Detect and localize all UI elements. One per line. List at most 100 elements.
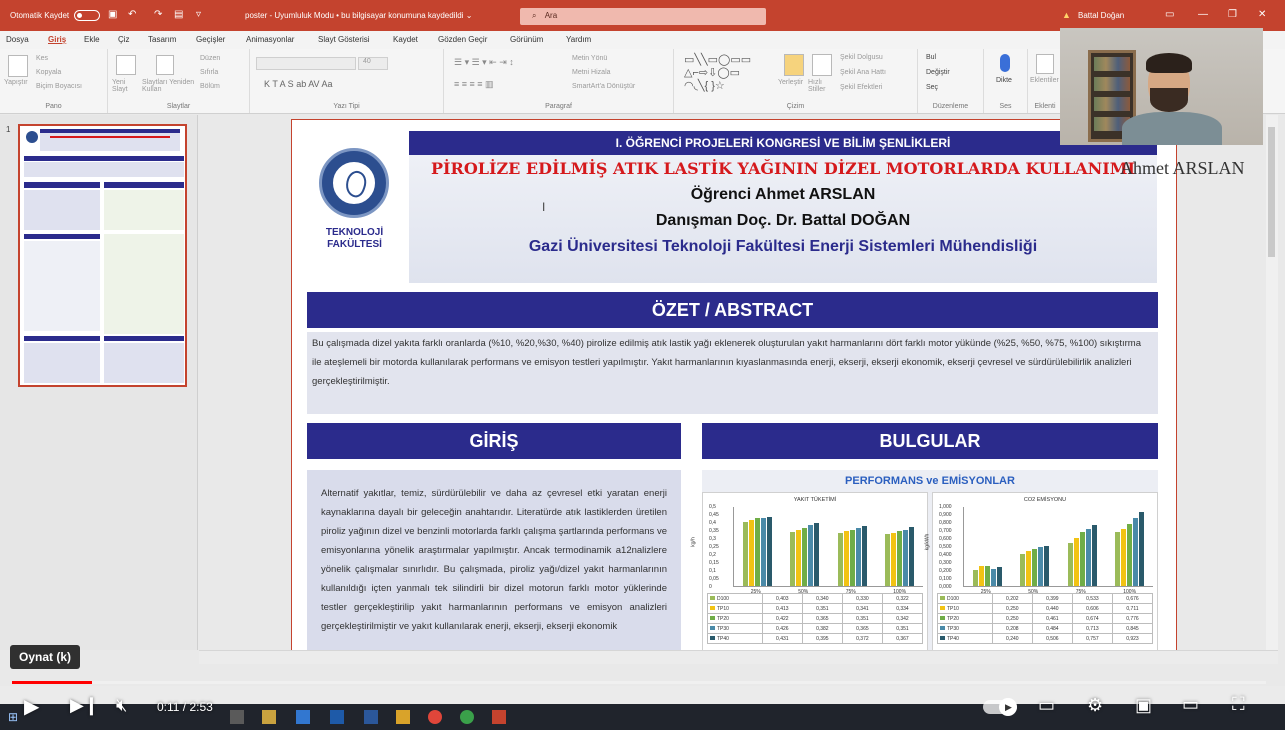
vertical-scrollbar[interactable] — [1266, 115, 1278, 650]
cut-label[interactable]: Kes — [36, 55, 48, 62]
notes-pane[interactable] — [199, 650, 1278, 664]
tab-gozden-gecir[interactable]: Gözden Geçir — [438, 35, 487, 44]
minimize-icon[interactable]: — — [1198, 9, 1208, 20]
edge-icon[interactable] — [296, 710, 310, 724]
addins-icon[interactable] — [1036, 54, 1054, 74]
find-label[interactable]: Bul — [926, 54, 936, 61]
group-duzenleme: Bul Değiştir Seç Düzenleme — [918, 49, 984, 113]
play-icon[interactable]: ▶ — [24, 694, 39, 719]
layout-label[interactable]: Düzen — [200, 55, 220, 62]
user-name[interactable]: Battal Doğan — [1078, 11, 1124, 20]
subtitles-icon[interactable]: ▭ — [1038, 695, 1055, 716]
align-text-label[interactable]: Metni Hizala — [572, 69, 611, 76]
tab-ekle[interactable]: Ekle — [84, 35, 100, 44]
arrange-label[interactable]: Yerleştir — [778, 79, 803, 86]
tab-kaydet[interactable]: Kaydet — [393, 35, 418, 44]
document-title[interactable]: poster - Uyumluluk Modu • bu bilgisayar … — [245, 11, 472, 20]
chrome-icon[interactable] — [428, 710, 442, 724]
group-label-ses: Ses — [999, 103, 1012, 110]
search-box[interactable]: ⌕ Ara — [520, 8, 766, 25]
microphone-icon[interactable] — [1000, 54, 1010, 72]
font-size-box[interactable]: 40 — [358, 57, 388, 70]
y-tick-label: 0,200 — [939, 568, 952, 574]
y-tick-label: 0,600 — [939, 536, 952, 542]
tab-gorunum[interactable]: Görünüm — [510, 35, 543, 44]
reset-label[interactable]: Sıfırla — [200, 69, 218, 76]
settings-gear-icon[interactable]: ⚙ — [1087, 695, 1103, 716]
restore-icon[interactable]: ❐ — [1228, 9, 1237, 20]
new-slide-label[interactable]: Yeni Slayt — [112, 79, 142, 93]
video-progress-bar[interactable] — [12, 681, 1266, 684]
tab-yardim[interactable]: Yardım — [566, 35, 591, 44]
shape-effects-label[interactable]: Şekil Efektleri — [840, 84, 882, 91]
series-name-cell: TP30 — [937, 623, 993, 634]
value-cell: 0,342 — [881, 613, 924, 624]
copy-label[interactable]: Kopyala — [36, 69, 61, 76]
customize-icon[interactable]: ▿ — [196, 9, 201, 20]
y-tick-label: 0,25 — [709, 544, 719, 550]
word-icon[interactable] — [364, 710, 378, 724]
video-frame[interactable]: Otomatik Kaydet ▣ ↶ ↷ ▤ ▿ poster - Uyuml… — [0, 0, 1285, 730]
slide-thumbnail[interactable] — [18, 124, 187, 387]
fullscreen-icon[interactable]: ⛶ — [1232, 694, 1245, 715]
quick-styles-icon[interactable] — [812, 54, 832, 76]
poster-slide[interactable]: I. ÖĞRENCİ PROJELERİ KONGRESİ VE BİLİM Ş… — [291, 119, 1177, 650]
save-icon[interactable]: ▣ — [108, 9, 117, 20]
format-painter-label[interactable]: Biçim Boyacısı — [36, 83, 82, 90]
dictate-label[interactable]: Dikte — [996, 77, 1012, 84]
shape-fill-label[interactable]: Şekil Dolgusu — [840, 54, 883, 61]
tab-tasarim[interactable]: Tasarım — [148, 35, 176, 44]
redo-icon[interactable]: ↷ — [154, 9, 162, 20]
scrollbar-thumb[interactable] — [1268, 127, 1275, 257]
tab-giris[interactable]: Giriş — [48, 35, 66, 44]
undo-icon[interactable]: ↶ — [128, 9, 136, 20]
folder-icon[interactable] — [396, 710, 410, 724]
close-icon[interactable]: ✕ — [1258, 9, 1266, 20]
shape-outline-label[interactable]: Şekil Ana Hattı — [840, 69, 886, 76]
paste-label[interactable]: Yapıştır — [4, 79, 28, 86]
replace-label[interactable]: Değiştir — [926, 69, 950, 76]
miniplayer-icon[interactable]: ▣ — [1135, 695, 1152, 716]
font-name-box[interactable] — [256, 57, 356, 70]
reuse-slides-icon[interactable] — [156, 55, 174, 75]
font-style-buttons[interactable]: K T A S ab AV Aa — [264, 79, 333, 89]
align-buttons[interactable]: ≡ ≡ ≡ ≡ ▥ — [454, 79, 494, 90]
text-direction-label[interactable]: Metin Yönü — [572, 55, 607, 62]
smartart-label[interactable]: SmartArt'a Dönüştür — [572, 83, 635, 90]
present-icon[interactable]: ▤ — [174, 9, 183, 20]
value-cell: 0,382 — [801, 623, 843, 634]
section-label[interactable]: Bölüm — [200, 83, 220, 90]
tab-slayt-gosterisi[interactable]: Slayt Gösterisi — [318, 35, 370, 44]
tab-animasyonlar[interactable]: Animasyonlar — [246, 35, 294, 44]
autoplay-toggle[interactable]: ▶ — [983, 698, 1017, 716]
autosave-toggle[interactable] — [74, 10, 100, 21]
abstract-text: Bu çalışmada dizel yakıta farklı oranlar… — [307, 332, 1158, 414]
chart-bar — [1115, 531, 1121, 586]
tab-gecisler[interactable]: Geçişler — [196, 35, 225, 44]
taskbar-app2-icon[interactable] — [460, 710, 474, 724]
new-slide-icon[interactable] — [116, 55, 136, 75]
addins-label[interactable]: Eklentiler — [1030, 77, 1059, 84]
tab-ciz[interactable]: Çiz — [118, 35, 130, 44]
quick-styles-label[interactable]: Hızlı Stiller — [808, 79, 838, 93]
next-icon[interactable]: ▶❙ — [70, 695, 99, 716]
value-cell: 0,341 — [841, 603, 883, 614]
theater-mode-icon[interactable]: ▭ — [1182, 694, 1199, 715]
ribbon-display-icon[interactable]: ▭ — [1165, 9, 1174, 20]
select-label[interactable]: Seç — [926, 84, 938, 91]
list-buttons[interactable]: ☰ ▾ ☰ ▾ ⇤ ⇥ ↕ — [454, 57, 514, 68]
tab-dosya[interactable]: Dosya — [6, 35, 29, 44]
value-cell: 0,422 — [761, 613, 803, 624]
mute-icon[interactable]: 🔇︎ — [116, 695, 127, 716]
paste-icon[interactable] — [8, 55, 28, 77]
arrange-icon[interactable] — [784, 54, 804, 76]
file-explorer-icon[interactable] — [262, 710, 276, 724]
table-row: TP20 0,422 0,365 0,351 0,342 — [707, 613, 924, 624]
windows-start-icon[interactable]: ⊞ — [8, 710, 18, 724]
outlook-icon[interactable] — [330, 710, 344, 724]
taskbar-app-icon[interactable] — [230, 710, 244, 724]
shapes-gallery-icon[interactable]: ▭╲╲▭◯▭▭ △⌐⇨⇩◯▭ ◠◟╲{ }☆ — [684, 54, 751, 93]
chart-bar — [996, 566, 1002, 586]
reuse-slides-label[interactable]: Slaytları Yeniden Kullan — [142, 79, 198, 93]
powerpoint-taskbar-icon[interactable] — [492, 710, 506, 724]
